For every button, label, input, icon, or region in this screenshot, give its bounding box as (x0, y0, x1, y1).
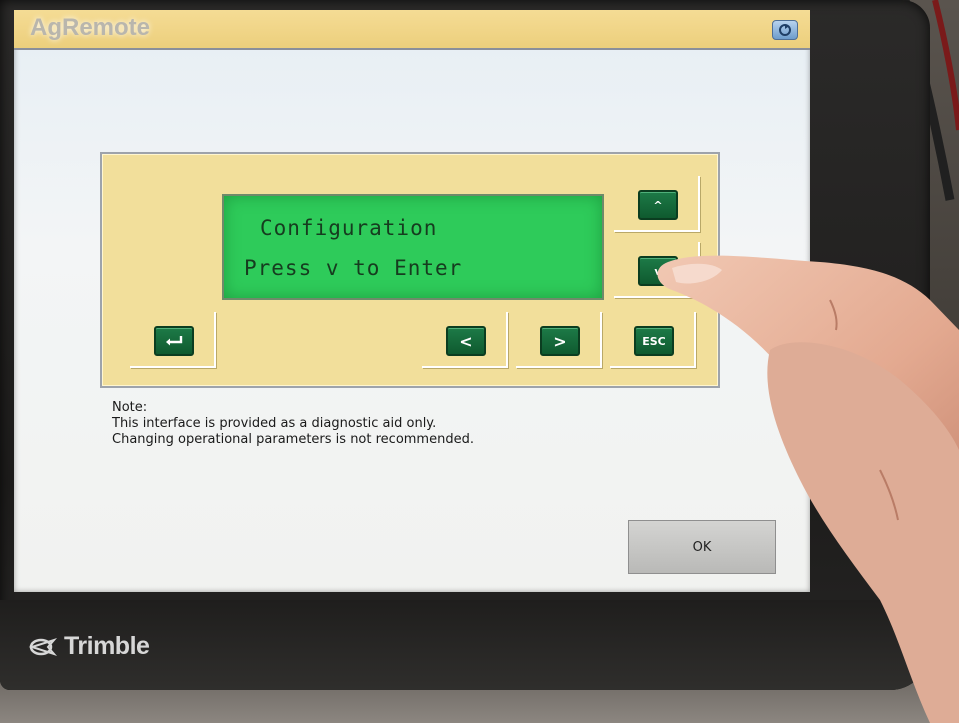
window-titlebar: AgRemote (14, 10, 810, 50)
lcd-display: Configuration Press v to Enter (222, 194, 604, 300)
right-button[interactable]: > (540, 326, 580, 356)
enter-key-well (130, 312, 216, 368)
window-title: AgRemote (30, 14, 151, 41)
note-line-2: Changing operational parameters is not r… (112, 432, 474, 447)
restore-window-button[interactable] (772, 20, 798, 40)
enter-icon (166, 336, 183, 346)
esc-button[interactable]: ESC (634, 326, 674, 356)
up-button[interactable]: ^ (638, 190, 678, 220)
up-key-well: ^ (614, 176, 700, 232)
ok-button[interactable]: OK (628, 520, 776, 574)
device-brand: Trimble (28, 632, 150, 661)
down-key-well: v (614, 242, 700, 298)
esc-label: ESC (642, 334, 666, 348)
left-key-well: < (422, 312, 508, 368)
brand-name: Trimble (64, 632, 150, 660)
enter-button[interactable] (154, 326, 194, 356)
down-button[interactable]: v (638, 256, 678, 286)
left-button[interactable]: < (446, 326, 486, 356)
left-arrow-icon: < (459, 331, 473, 351)
esc-key-well: ESC (610, 312, 696, 368)
down-arrow-icon: v (654, 264, 662, 278)
device-bezel: AgRemote Configuration Press v to Enter (0, 0, 930, 690)
note-line-1: This interface is provided as a diagnost… (112, 416, 437, 431)
restore-icon (779, 24, 791, 36)
right-key-well: > (516, 312, 602, 368)
remote-panel: Configuration Press v to Enter ^ v < > E… (100, 152, 720, 388)
touch-screen: AgRemote Configuration Press v to Enter (14, 10, 810, 592)
note-heading: Note: (112, 400, 148, 415)
up-arrow-icon: ^ (653, 198, 663, 212)
lcd-line-1: Configuration (260, 216, 438, 240)
diagnostic-note: Note: This interface is provided as a di… (112, 400, 474, 448)
photo-scene: AgRemote Configuration Press v to Enter (0, 0, 959, 723)
trimble-logo-icon (28, 637, 58, 656)
right-arrow-icon: > (553, 331, 567, 351)
lcd-line-2: Press v to Enter (244, 256, 463, 280)
